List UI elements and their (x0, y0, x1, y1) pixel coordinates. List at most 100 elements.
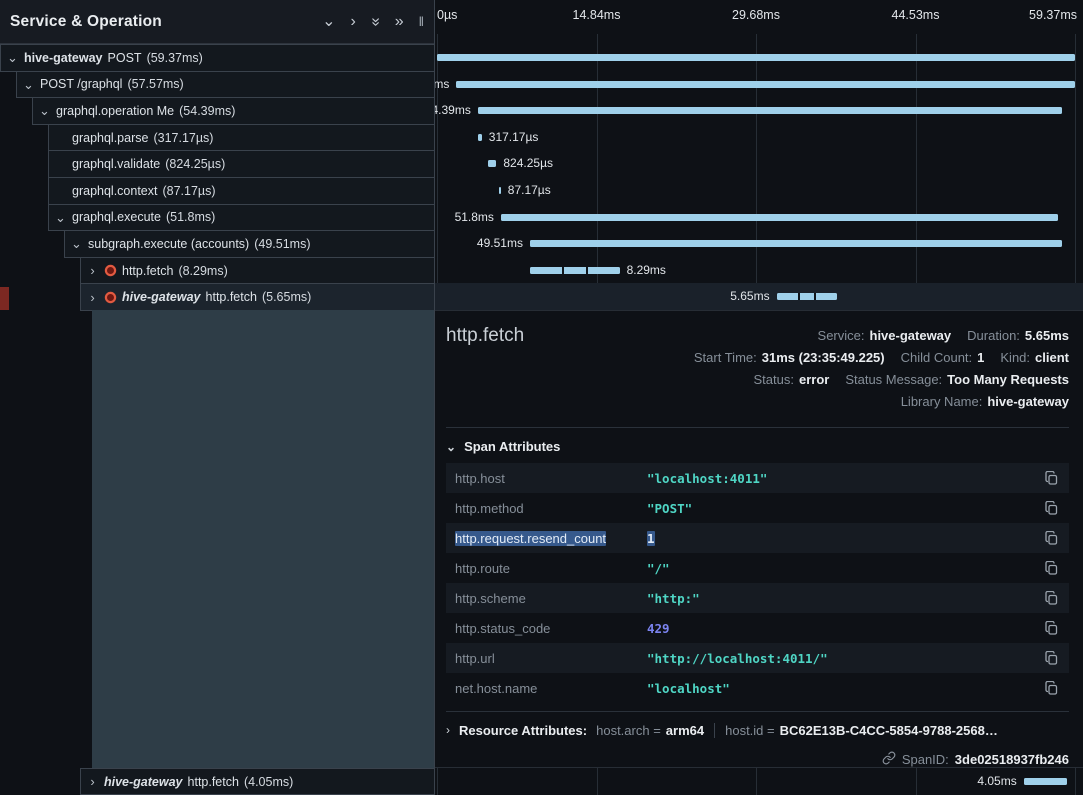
attribute-row[interactable]: http.url"http://localhost:4011/" (446, 643, 1069, 673)
duration-label: (57.57ms) (127, 77, 183, 91)
attribute-row[interactable]: http.request.resend_count1 (446, 523, 1069, 553)
span-bar[interactable] (437, 54, 1075, 61)
ruler-tick: 29.68ms (732, 8, 780, 22)
tree-row[interactable]: ⌄graphql.execute(51.8ms) (48, 204, 435, 232)
span-id-row: SpanID: 3de02518937fb246 (882, 751, 1069, 768)
gridline (916, 768, 917, 795)
trace-viewer: Service & Operation ⌄›»»‖ ⌄hive-gatewayP… (0, 0, 1083, 795)
span-attributes-header[interactable]: ⌄ Span Attributes (446, 439, 560, 454)
double-chevron-down-icon[interactable]: » (367, 17, 383, 26)
tree-panel-header: Service & Operation ⌄›»»‖ (0, 0, 434, 44)
attribute-value: "localhost" (647, 681, 1043, 696)
chevron-right-icon[interactable]: › (86, 291, 99, 304)
attribute-key: http.request.resend_count (455, 531, 647, 546)
span-bar[interactable] (478, 134, 481, 141)
chevron-down-icon[interactable]: ⌄ (54, 211, 67, 224)
attribute-row[interactable]: http.route"/" (446, 553, 1069, 583)
duration-label: (59.37ms) (147, 51, 203, 65)
chevron-down-icon[interactable]: ⌄ (322, 14, 335, 30)
bar-duration-label: 4.05ms (977, 775, 1016, 788)
chevron-down-icon[interactable]: ⌄ (70, 237, 83, 250)
error-icon (104, 264, 117, 277)
span-tree-bottom: ›hive-gatewayhttp.fetch(4.05ms) (0, 768, 435, 795)
copy-icon[interactable] (1043, 499, 1060, 517)
chevron-down-icon[interactable]: ⌄ (22, 78, 35, 91)
tree-row[interactable]: ⌄subgraph.execute (accounts)(49.51ms) (64, 230, 435, 258)
attribute-row[interactable]: net.host.name"localhost" (446, 673, 1069, 703)
copy-icon[interactable] (1043, 529, 1060, 547)
operation-name: graphql.parse (72, 131, 148, 145)
meta-key: Kind: (1000, 350, 1030, 365)
attribute-value: "localhost:4011" (647, 471, 1043, 486)
header-icons: ⌄ › » » ‖ (322, 14, 424, 30)
span-bar[interactable] (488, 160, 497, 167)
bar-duration-label: 824.25µs (503, 157, 553, 170)
service-name: hive-gateway (122, 290, 201, 304)
chevron-down-icon[interactable]: ⌄ (6, 51, 19, 64)
meta-key: Library Name: (901, 394, 983, 409)
span-bar[interactable] (478, 107, 1062, 114)
operation-name: subgraph.execute (accounts) (88, 237, 249, 251)
meta-key: Service: (818, 328, 865, 343)
duration-label: (51.8ms) (166, 210, 215, 224)
tree-row[interactable]: graphql.context(87.17µs) (48, 177, 435, 205)
copy-icon[interactable] (1043, 619, 1060, 637)
bar-notch (814, 293, 816, 300)
span-bar[interactable] (530, 240, 1062, 247)
resource-attribute-key: host.id = (725, 723, 775, 738)
span-bar[interactable] (499, 187, 501, 194)
tree-row[interactable]: ⌄POST /graphql(57.57ms) (16, 71, 435, 99)
divider (446, 427, 1069, 428)
meta-key: Child Count: (901, 350, 973, 365)
chevron-right-icon[interactable]: › (86, 775, 99, 788)
span-details-panel: http.fetch Service:hive-gatewayDuration:… (435, 310, 1083, 768)
resource-attributes-row[interactable]: › Resource Attributes: host.arch =arm64h… (446, 717, 1069, 743)
attribute-row[interactable]: http.status_code429 (446, 613, 1069, 643)
tree-row[interactable]: ›hive-gatewayhttp.fetch(5.65ms) (80, 283, 435, 311)
tree-row[interactable]: ›http.fetch(8.29ms) (80, 257, 435, 285)
attribute-key: net.host.name (455, 681, 647, 696)
drag-handle-icon[interactable]: ‖ (419, 15, 424, 28)
span-bar[interactable] (777, 293, 838, 300)
gridline (756, 768, 757, 795)
span-id-value: 3de02518937fb246 (955, 752, 1069, 767)
tree-row[interactable]: ›hive-gatewayhttp.fetch(4.05ms) (80, 768, 435, 795)
meta-value: client (1035, 350, 1069, 365)
timeline-rows: 59.37ms57.57ms54.39ms317.17µs824.25µs87.… (435, 44, 1083, 310)
operation-name: graphql.operation Me (56, 104, 174, 118)
span-bar[interactable] (456, 81, 1075, 88)
divider (446, 711, 1069, 712)
span-tree-panel: Service & Operation ⌄›»»‖ ⌄hive-gatewayP… (0, 0, 435, 795)
span-id-label: SpanID: (902, 752, 949, 767)
span-bar[interactable] (501, 214, 1058, 221)
separator (714, 723, 715, 738)
link-icon[interactable] (882, 751, 896, 768)
timeline-bottom: 4.05ms (435, 768, 1083, 795)
span-bar[interactable] (530, 267, 619, 274)
copy-icon[interactable] (1043, 649, 1060, 667)
span-bar[interactable] (1024, 778, 1068, 785)
attribute-row[interactable]: http.scheme"http:" (446, 583, 1069, 613)
bar-notch (562, 267, 564, 274)
copy-icon[interactable] (1043, 679, 1060, 697)
chevron-right-icon[interactable]: › (86, 264, 99, 277)
tree-row[interactable]: graphql.validate(824.25µs) (48, 150, 435, 178)
chevron-down-icon[interactable]: ⌄ (38, 104, 51, 117)
double-chevron-right-icon[interactable]: » (395, 14, 404, 30)
resource-attribute: host.id =BC62E13B-C4CC-5854-9788-2568… (725, 723, 998, 738)
chevron-right-icon[interactable]: › (350, 14, 355, 30)
attribute-value: "POST" (647, 501, 1043, 516)
copy-icon[interactable] (1043, 559, 1060, 577)
attribute-key: http.method (455, 501, 647, 516)
gridline (597, 768, 598, 795)
operation-name: graphql.validate (72, 157, 160, 171)
tree-row[interactable]: graphql.parse(317.17µs) (48, 124, 435, 152)
attribute-row[interactable]: http.host"localhost:4011" (446, 463, 1069, 493)
copy-icon[interactable] (1043, 469, 1060, 487)
copy-icon[interactable] (1043, 589, 1060, 607)
duration-label: (5.65ms) (262, 290, 311, 304)
tree-row[interactable]: ⌄graphql.operation Me(54.39ms) (32, 97, 435, 125)
attribute-row[interactable]: http.method"POST" (446, 493, 1069, 523)
tree-row[interactable]: ⌄hive-gatewayPOST(59.37ms) (0, 44, 435, 72)
gridline (1075, 768, 1076, 795)
